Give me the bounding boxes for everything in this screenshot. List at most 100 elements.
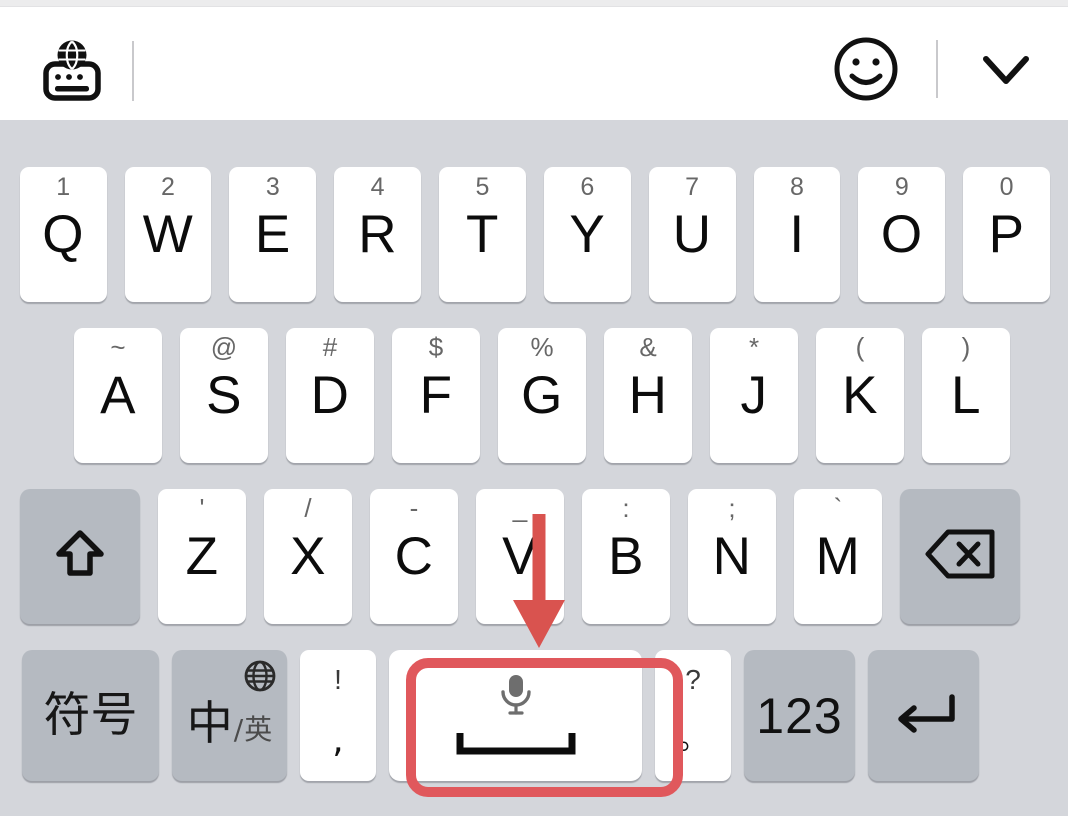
key-a[interactable]: ~ A xyxy=(74,328,162,463)
key-l[interactable]: ) L xyxy=(922,328,1010,463)
key-u[interactable]: 7 U xyxy=(648,167,736,302)
keyboard-row-2: ~ A @ S # D $ F % G & H * J (K) L xyxy=(0,328,1068,463)
chevron-down-icon[interactable] xyxy=(974,41,1038,97)
key-w-label: W xyxy=(142,205,194,264)
language-toggle-key[interactable]: 中 / 英 xyxy=(172,650,287,781)
comma-key-top-label: ! xyxy=(334,664,342,695)
comma-key[interactable]: ! , xyxy=(300,650,376,781)
toolbar-left-group xyxy=(38,37,160,105)
key-p[interactable]: 0 P xyxy=(963,167,1051,302)
key-n[interactable]: ; N xyxy=(688,489,776,624)
key-a-superscript: ~ xyxy=(110,332,126,362)
key-m-label: M xyxy=(815,527,861,586)
key-j-superscript: * xyxy=(748,332,760,362)
key-p-label: P xyxy=(988,205,1025,264)
key-z-superscript: ' xyxy=(199,493,205,523)
key-c[interactable]: - C xyxy=(370,489,458,624)
space-key-content xyxy=(389,650,642,781)
keyboard-row-4: 符号 中 / 英 ! , ? 。 123 xyxy=(0,650,1068,781)
key-f-label: F xyxy=(419,366,453,425)
language-toggle-label-group: 中 / 英 xyxy=(187,700,272,748)
toolbar-right-group xyxy=(832,35,1038,103)
key-i[interactable]: 8 I xyxy=(753,167,841,302)
key-c-superscript: - xyxy=(409,493,419,523)
key-f-superscript: $ xyxy=(428,332,444,362)
key-w-superscript: 2 xyxy=(161,173,175,201)
space-key[interactable] xyxy=(389,650,642,781)
key-u-superscript: 7 xyxy=(685,173,700,201)
key-v[interactable]: _ V xyxy=(476,489,564,624)
numeric-layout-key[interactable]: 123 xyxy=(744,650,855,781)
language-toggle-zh: 中 xyxy=(186,695,233,750)
key-o-superscript: 9 xyxy=(894,173,909,201)
key-i-label: I xyxy=(789,205,805,264)
soft-keyboard: 1 Q 2 W 3 E 4 R 5 T 6 Y 7 U 8 I 9 O 0 P … xyxy=(0,120,1068,816)
key-s-label: S xyxy=(206,366,242,425)
key-i-superscript: 8 xyxy=(789,173,804,201)
key-m[interactable]: ` M xyxy=(794,489,882,624)
key-x[interactable]: / X xyxy=(264,489,352,624)
period-key[interactable]: ? 。 xyxy=(655,650,731,781)
microphone-icon[interactable] xyxy=(494,670,538,723)
key-y-label: Y xyxy=(569,205,606,264)
key-d-superscript: # xyxy=(322,332,338,362)
key-y-superscript: 6 xyxy=(580,173,595,201)
key-z-label: Z xyxy=(185,527,219,586)
shift-up-arrow-icon xyxy=(49,523,111,590)
key-w[interactable]: 2 W xyxy=(124,167,212,302)
key-q[interactable]: 1 Q xyxy=(19,167,107,302)
key-r-label: R xyxy=(358,205,398,264)
key-k[interactable]: ( K xyxy=(816,328,904,463)
key-c-label: C xyxy=(394,527,434,586)
globe-keyboard-icon[interactable] xyxy=(38,37,106,105)
row1-left-pad xyxy=(0,167,20,302)
row3-gap-after-shift xyxy=(140,489,158,624)
key-x-superscript: / xyxy=(304,493,312,523)
key-p-superscript: 0 xyxy=(999,173,1014,201)
enter-return-arrow-icon xyxy=(888,685,960,746)
symbols-key[interactable]: 符号 xyxy=(22,650,159,781)
key-j[interactable]: * J xyxy=(710,328,798,463)
key-d-label: D xyxy=(310,366,350,425)
backspace-delete-icon xyxy=(922,526,998,587)
key-t[interactable]: 5 T xyxy=(439,167,526,302)
language-toggle-en: 英 xyxy=(244,712,273,746)
key-x-label: X xyxy=(290,527,326,586)
shift-key[interactable] xyxy=(20,489,140,624)
key-s[interactable]: @ S xyxy=(180,328,268,463)
row3-left-pad xyxy=(0,489,20,624)
key-h-label: H xyxy=(628,366,668,425)
backspace-key[interactable] xyxy=(900,489,1020,624)
keyboard-row-3: ' Z / X - C _ V : B ; N ` M xyxy=(0,489,1068,624)
top-edge-strip xyxy=(0,0,1068,7)
key-n-label: N xyxy=(712,527,752,586)
enter-key[interactable] xyxy=(868,650,979,781)
key-z[interactable]: ' Z xyxy=(158,489,246,624)
key-r[interactable]: 4 R xyxy=(334,167,422,302)
keyboard-toolbar xyxy=(0,7,1068,120)
key-h-superscript: & xyxy=(639,332,657,362)
key-l-superscript: ) xyxy=(961,332,971,362)
key-v-superscript: _ xyxy=(512,493,528,523)
key-m-superscript: ` xyxy=(833,493,843,523)
key-e[interactable]: 3 E xyxy=(229,167,317,302)
key-y[interactable]: 6 Y xyxy=(543,167,631,302)
key-o[interactable]: 9 O xyxy=(858,167,946,302)
key-k-label: K xyxy=(842,366,878,425)
key-d[interactable]: # D xyxy=(286,328,374,463)
spacebar-icon xyxy=(455,732,577,762)
symbols-key-label: 符号 xyxy=(43,688,138,743)
key-g[interactable]: % G xyxy=(498,328,586,463)
key-b[interactable]: : B xyxy=(582,489,670,624)
key-h[interactable]: & H xyxy=(604,328,692,463)
key-b-superscript: : xyxy=(622,493,630,523)
key-o-label: O xyxy=(880,205,923,264)
period-key-top-label: ? xyxy=(685,664,701,695)
keyboard-screen: 1 Q 2 W 3 E 4 R 5 T 6 Y 7 U 8 I 9 O 0 P … xyxy=(0,0,1068,816)
key-t-superscript: 5 xyxy=(475,173,490,201)
key-t-label: T xyxy=(466,205,499,264)
key-q-label: Q xyxy=(42,205,85,264)
smiley-face-icon[interactable] xyxy=(832,35,900,103)
key-g-label: G xyxy=(521,366,563,425)
key-f[interactable]: $ F xyxy=(392,328,480,463)
